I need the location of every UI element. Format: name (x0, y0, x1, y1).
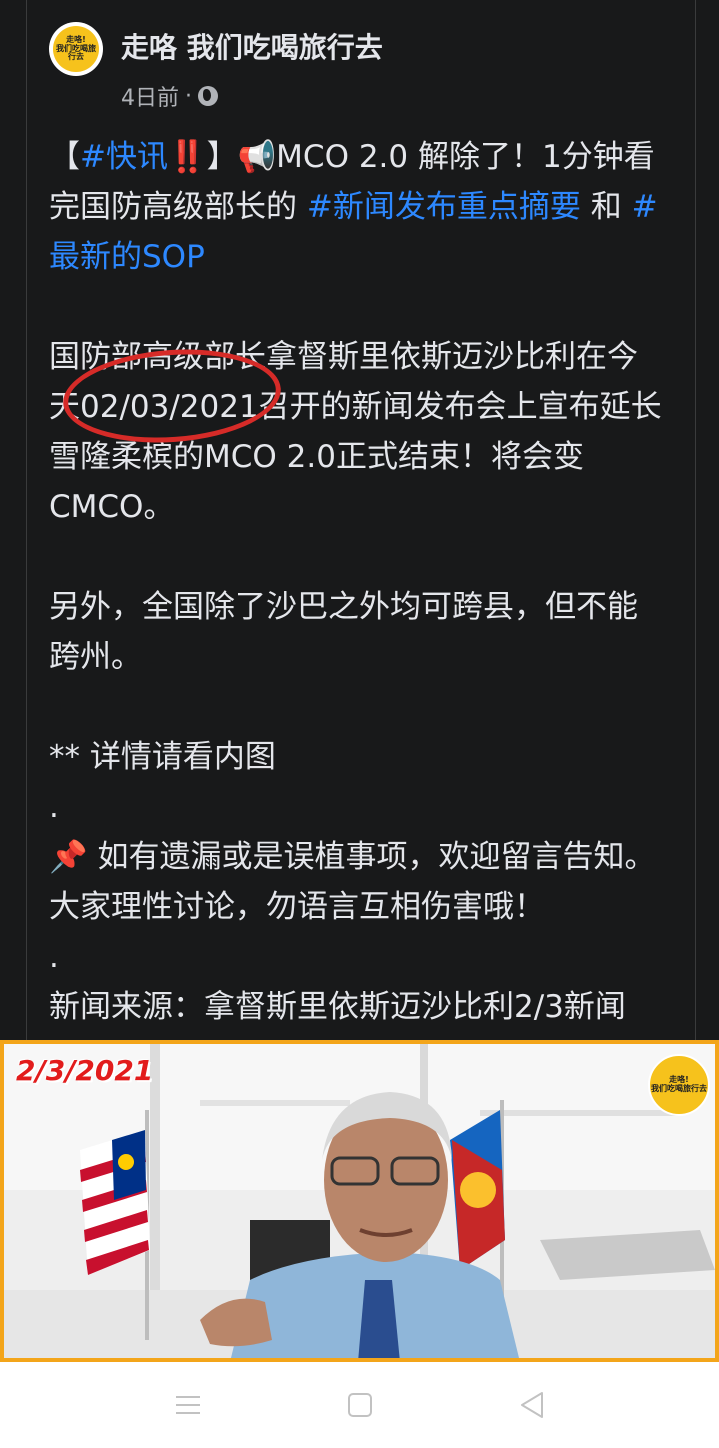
post-meta: 4日前 · (121, 80, 218, 112)
text-span: 【 (49, 139, 80, 175)
post-text-line: ** 详情请看内图 (49, 732, 679, 782)
post-text-line: 最新的SOP (49, 232, 679, 282)
avatar-logo-line2: 我们吃喝旅行去 (56, 43, 96, 62)
globe-icon[interactable] (198, 86, 218, 106)
text-span: 新闻来源：拿督斯里依斯迈沙比利2/3新闻 (49, 989, 626, 1025)
post-text-line: . (49, 932, 679, 982)
text-span: . (49, 939, 59, 975)
watermark-logo-line2: 我们吃喝旅行去 (651, 1084, 707, 1093)
post-text-line: CMCO。 (49, 482, 679, 532)
post-photo[interactable]: 2/3/2021 走咯! 我们吃喝旅行去 (0, 1040, 719, 1362)
text-span: 跨州。 (49, 639, 142, 675)
android-navigation-bar (0, 1362, 719, 1448)
menu-button[interactable] (138, 1362, 238, 1448)
page-logo: 走咯! 我们吃喝旅行去 (53, 26, 99, 72)
post-text-line: 跨州。 (49, 632, 679, 682)
text-span: 雪隆柔槟的MCO 2.0正式结束！将会变 (49, 439, 584, 475)
text-span: 大家理性讨论，勿语言互相伤害哦！ (49, 889, 545, 925)
meta-separator: · (185, 83, 192, 109)
square-icon (348, 1393, 372, 1417)
text-span: 和 (580, 189, 632, 225)
text-span: 📌 如有遗漏或是误植事项，欢迎留言告知。 (49, 839, 656, 875)
post-text-line: . (49, 782, 679, 832)
post-text-line: 完国防高级部长的 #新闻发布重点摘要 和 # (49, 182, 679, 232)
minister-photo-illustration (0, 1040, 719, 1362)
page-avatar[interactable]: 走咯! 我们吃喝旅行去 (49, 22, 103, 76)
hashtag-link[interactable]: # (632, 189, 658, 225)
text-span: CMCO。 (49, 489, 175, 525)
hashtag-link[interactable]: 最新的SOP (49, 239, 205, 275)
post-text-line: 新闻来源：拿督斯里依斯迈沙比利2/3新闻 (49, 982, 679, 1032)
back-button[interactable] (482, 1362, 582, 1448)
post-text-line: 📌 如有遗漏或是误植事项，欢迎留言告知。 (49, 832, 679, 882)
home-button[interactable] (310, 1362, 410, 1448)
text-span: 完国防高级部长的 (49, 189, 307, 225)
hashtag-link[interactable]: #快讯 (80, 139, 168, 175)
hamburger-icon (176, 1396, 200, 1414)
post-text-line: 【#快讯‼️】📢MCO 2.0 解除了！1分钟看 (49, 132, 679, 182)
post-text-line: 大家理性讨论，勿语言互相伤害哦！ (49, 882, 679, 932)
back-triangle-icon (521, 1392, 543, 1418)
post-text-line: 另外，全国除了沙巴之外均可跨县，但不能 (49, 582, 679, 632)
page-name[interactable]: 走咯 我们吃喝旅行去 (121, 26, 383, 66)
text-span: . (49, 789, 59, 825)
text-span: 另外，全国除了沙巴之外均可跨县，但不能 (49, 589, 638, 625)
facebook-post: 走咯! 我们吃喝旅行去 走咯 我们吃喝旅行去 4日前 · 【#快讯‼️】📢MCO… (26, 0, 696, 1075)
post-time[interactable]: 4日前 (121, 80, 179, 112)
hashtag-link[interactable]: #新闻发布重点摘要 (307, 189, 581, 225)
photo-watermark-logo: 走咯! 我们吃喝旅行去 (648, 1054, 710, 1116)
text-span: ‼️】📢MCO 2.0 解除了！1分钟看 (167, 139, 655, 175)
text-span: ** 详情请看内图 (49, 739, 276, 775)
photo-date-tag: 2/3/2021 (16, 1054, 154, 1087)
